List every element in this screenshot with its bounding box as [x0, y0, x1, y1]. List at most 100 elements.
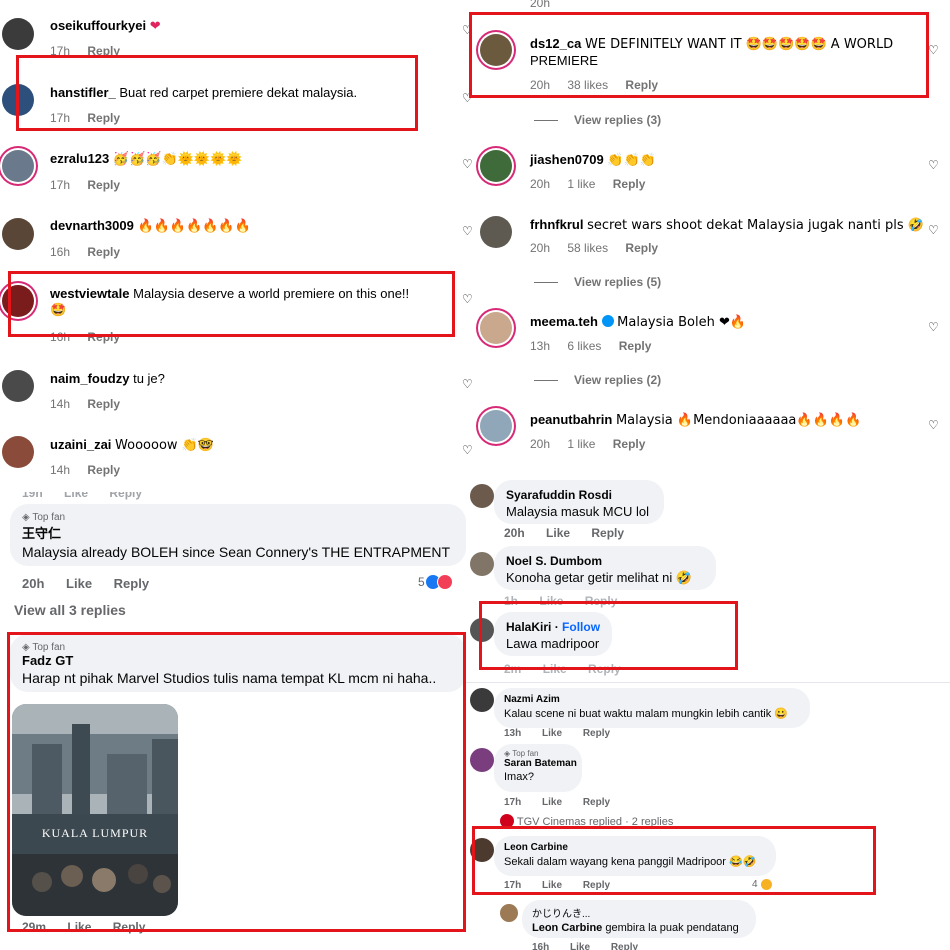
comment-text: Wooooow 👏🤓 [115, 438, 215, 453]
avatar[interactable] [470, 552, 494, 576]
comment-text: 🔥🔥🔥🔥🔥🔥🔥 [137, 219, 251, 234]
avatar[interactable] [2, 150, 34, 182]
top-fan-icon: ◈ [504, 749, 511, 758]
commenter-name[interactable]: Syarafuddin Rosdi [506, 488, 652, 502]
avatar[interactable] [2, 436, 34, 468]
comment-username[interactable]: meema.teh [530, 314, 598, 329]
reaction-count: 5 [418, 575, 425, 589]
comment-bubble: かじりんき... Leon Carbine gembira la puak pe… [522, 900, 756, 938]
like-heart-icon[interactable]: ♡ [928, 44, 940, 56]
reply-button[interactable]: Reply [87, 463, 120, 477]
like-button[interactable]: Like [570, 942, 590, 950]
like-heart-icon[interactable]: ♡ [928, 224, 940, 236]
avatar[interactable] [480, 312, 512, 344]
comment-username[interactable]: ezralu123 [50, 151, 109, 166]
like-button[interactable]: Like [542, 728, 562, 739]
comment-time: 13h [530, 339, 551, 353]
reply-button[interactable]: Reply [591, 526, 624, 540]
comment-time: 17h [504, 797, 522, 808]
commenter-name[interactable]: Saran Bateman [504, 758, 577, 769]
comment-bubble: ◈ Top fan Saran Bateman Imax? [494, 744, 582, 792]
reply-button[interactable]: Reply [87, 245, 120, 259]
comment-time: 20h [22, 576, 45, 591]
avatar[interactable] [2, 218, 34, 250]
reply-button[interactable]: Reply [611, 942, 638, 950]
comment-text: Malaysia Boleh ❤🔥 [617, 315, 747, 330]
comment-text: secret wars shoot dekat Malaysia jugak n… [587, 218, 924, 233]
like-heart-icon[interactable]: ♡ [462, 378, 474, 390]
like-heart-icon[interactable]: ♡ [928, 321, 940, 333]
comment-time: 13h [504, 728, 522, 739]
comment-time: 17h [50, 178, 71, 192]
commenter-name[interactable]: 王守仁 [22, 523, 454, 542]
like-heart-icon[interactable]: ♡ [462, 158, 474, 170]
reply-button[interactable]: Reply [613, 437, 646, 451]
avatar[interactable] [480, 216, 512, 248]
likes-count: 1 like [567, 177, 596, 191]
comment-time: 16h [532, 942, 550, 950]
highlight-box [16, 55, 418, 131]
avatar[interactable] [470, 688, 494, 712]
highlight-box [7, 632, 466, 932]
like-heart-icon[interactable]: ♡ [928, 419, 940, 431]
love-reaction-icon [436, 574, 453, 590]
commenter-name[interactable]: Noel S. Dumbom [506, 554, 704, 568]
avatar[interactable] [480, 410, 512, 442]
commenter-name[interactable]: Nazmi Azim [504, 694, 800, 705]
reply-button[interactable]: Reply [114, 576, 149, 591]
highlight-box [8, 271, 455, 337]
reply-button[interactable]: Reply [583, 797, 610, 808]
comment-text: Malaysia already BOLEH since Sean Conner… [22, 544, 451, 560]
reply-button[interactable]: Reply [625, 241, 658, 255]
highlight-box [472, 826, 876, 895]
comment-text: Malaysia masuk MCU lol [506, 504, 650, 519]
reply-button[interactable]: Reply [613, 177, 646, 191]
avatar[interactable] [470, 748, 494, 772]
avatar[interactable] [2, 18, 34, 50]
comment-text: Kalau scene ni buat waktu malam mungkin … [504, 708, 788, 720]
like-heart-icon[interactable]: ♡ [462, 225, 474, 237]
reply-button[interactable]: Reply [583, 728, 610, 739]
comment-text: 👏👏👏 [607, 153, 656, 168]
divider [466, 682, 950, 683]
comment-username[interactable]: devnarth3009 [50, 218, 134, 233]
comment-text: ❤ [149, 19, 161, 34]
top-fan-badge: Top fan [32, 512, 66, 523]
view-all-replies-link[interactable]: View all 3 replies [14, 602, 126, 618]
like-heart-icon[interactable]: ♡ [462, 293, 474, 305]
comment-time: 14h [50, 397, 71, 411]
comment-text: tu je? [133, 371, 165, 386]
comment-username[interactable]: peanutbahrin [530, 412, 612, 427]
top-fan-badge: Top fan [512, 749, 539, 758]
like-button[interactable]: Like [66, 576, 92, 591]
view-replies-button[interactable]: View replies (3) [534, 113, 661, 127]
avatar[interactable] [2, 370, 34, 402]
view-replies-button[interactable]: View replies (5) [534, 275, 661, 289]
reply-button[interactable]: Reply [87, 397, 120, 411]
comment-username[interactable]: jiashen0709 [530, 152, 604, 167]
like-button[interactable]: Like [542, 797, 562, 808]
avatar[interactable] [480, 150, 512, 182]
view-replies-button[interactable]: View replies (2) [534, 373, 661, 387]
mention-link[interactable]: Leon Carbine [532, 922, 602, 934]
comment-username[interactable]: naim_foudzy [50, 371, 129, 386]
comment-time: 16h [50, 245, 71, 259]
comment-username[interactable]: oseikuffourkyei [50, 18, 146, 33]
commenter-name[interactable]: かじりんき... [532, 905, 746, 920]
comment-time: 20h [530, 437, 551, 451]
reply-button[interactable]: Reply [87, 178, 120, 192]
reply-button[interactable]: Reply [109, 492, 142, 500]
reaction-summary[interactable]: 5 [418, 574, 453, 590]
comment-time: 20h [530, 241, 551, 255]
reply-button[interactable]: Reply [619, 339, 652, 353]
comment-time: 20h [530, 177, 551, 191]
avatar[interactable] [500, 904, 518, 922]
like-button[interactable]: Like [64, 492, 88, 500]
comment-username[interactable]: frhnfkrul [530, 217, 583, 232]
avatar[interactable] [470, 484, 494, 508]
like-heart-icon[interactable]: ♡ [928, 159, 940, 171]
like-button[interactable]: Like [546, 526, 570, 540]
like-heart-icon[interactable]: ♡ [462, 444, 474, 456]
comment-bubble: ◈ Top fan 王守仁 Malaysia already BOLEH sin… [10, 504, 466, 566]
comment-username[interactable]: uzaini_zai [50, 437, 111, 452]
